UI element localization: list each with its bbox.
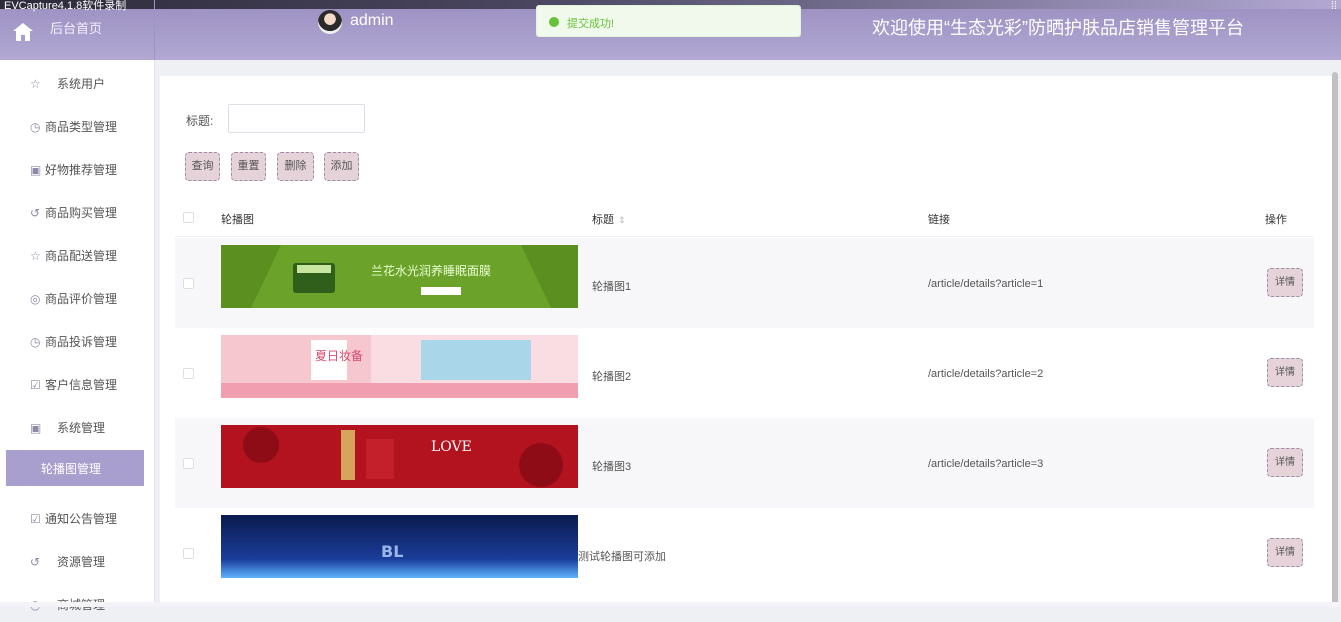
sidebar-item-label: 商品投诉管理 xyxy=(45,335,118,349)
gift-icon: ▣ xyxy=(30,421,42,435)
column-banner: 轮播图 xyxy=(221,214,254,226)
refresh-icon: ↺ xyxy=(30,555,41,569)
grid-icon[interactable]: ⁞⁞ xyxy=(1331,0,1337,12)
sidebar-item-label: 商品购买管理 xyxy=(45,206,118,220)
table-row: 夏日妆备 轮播图2 /article/details?article=2 详情 xyxy=(175,328,1314,418)
banner-image: 兰花水光润养睡眠面膜 xyxy=(221,245,578,308)
row-title: 轮播图1 xyxy=(592,281,632,293)
detail-button[interactable]: 详情 xyxy=(1267,268,1303,297)
sidebar-item-label: 系统用户 xyxy=(57,77,106,91)
table-row: LOVE 轮播图3 /article/details?article=3 详情 xyxy=(175,418,1314,508)
banner-text: LOVE xyxy=(431,439,472,455)
sidebar-item-label: 通知公告管理 xyxy=(45,512,118,526)
row-link[interactable]: /article/details?article=3 xyxy=(928,458,1043,470)
avatar[interactable] xyxy=(318,10,342,34)
sidebar-item-purchases[interactable]: ↺ 商品购买管理 xyxy=(0,194,155,230)
column-action: 操作 xyxy=(1265,214,1287,226)
banner-image: LOVE xyxy=(221,425,578,488)
row-title: 轮播图2 xyxy=(592,371,632,383)
sidebar-item-label: 客户信息管理 xyxy=(45,378,118,392)
detail-button[interactable]: 详情 xyxy=(1267,448,1303,477)
detail-button[interactable]: 详情 xyxy=(1267,538,1303,567)
table-row: BL 测试轮播图可添加 详情 xyxy=(175,508,1314,598)
gift-icon: ▣ xyxy=(30,163,42,177)
page-scrollbar[interactable] xyxy=(1332,72,1338,607)
delete-button[interactable]: 删除 xyxy=(277,152,314,181)
table-header: 轮播图 标题 ⇕ 链接 操作 xyxy=(175,196,1314,237)
table-row: 兰花水光润养睡眠面膜 轮播图1 /article/details?article… xyxy=(175,238,1314,328)
sidebar-item-product-types[interactable]: ◷ 商品类型管理 xyxy=(0,108,155,144)
sidebar-item-resources[interactable]: ↺ 资源管理 xyxy=(0,543,155,579)
select-all-checkbox[interactable] xyxy=(183,212,194,223)
star-icon: ☆ xyxy=(30,77,41,91)
banner-image: 夏日妆备 xyxy=(221,335,578,398)
sidebar-item-notices[interactable]: ☑ 通知公告管理 xyxy=(0,500,155,536)
home-icon xyxy=(13,23,33,41)
sidebar-item-complaints[interactable]: ◷ 商品投诉管理 xyxy=(0,323,155,359)
calendar-icon: ☑ xyxy=(30,378,41,392)
sort-icon[interactable]: ⇕ xyxy=(618,215,626,225)
row-checkbox[interactable] xyxy=(183,368,194,379)
toast-message: 提交成功! xyxy=(567,18,615,30)
clock-icon: ◷ xyxy=(30,120,41,134)
sidebar-item-recommendations[interactable]: ▣ 好物推荐管理 xyxy=(0,151,155,187)
refresh-icon: ↺ xyxy=(30,206,41,220)
reset-button[interactable]: 重置 xyxy=(231,152,266,181)
sidebar-item-label: 轮播图管理 xyxy=(41,462,102,476)
compass-icon: ◎ xyxy=(30,292,41,306)
sidebar-item-system-users[interactable]: ☆ 系统用户 xyxy=(0,65,155,101)
column-link: 链接 xyxy=(928,214,950,226)
sidebar-item-reviews[interactable]: ◎ 商品评价管理 xyxy=(0,280,155,316)
detail-button[interactable]: 详情 xyxy=(1267,358,1303,387)
sidebar-item-label: 资源管理 xyxy=(57,555,106,569)
site-title: 欢迎使用“生态光彩”防晒护肤品店销售管理平台 xyxy=(872,18,1244,38)
row-link[interactable]: /article/details?article=2 xyxy=(928,368,1043,380)
carousel-table: 轮播图 标题 ⇕ 链接 操作 兰花水光润养睡眠面膜 轮播图1 /article/d… xyxy=(175,196,1314,600)
banner-text: 兰花水光润养睡眠面膜 xyxy=(371,263,491,278)
sidebar-item-system[interactable]: ▣ 系统管理 xyxy=(0,409,155,445)
sidebar: ☆ 系统用户 ◷ 商品类型管理 ▣ 好物推荐管理 ↺ 商品购买管理 ☆ 商品配送… xyxy=(0,60,155,612)
column-title-label: 标题 xyxy=(592,214,614,226)
banner-text: 夏日妆备 xyxy=(315,349,363,363)
star-icon: ☆ xyxy=(30,249,41,263)
home-label: 后台首页 xyxy=(50,21,103,36)
row-checkbox[interactable] xyxy=(183,548,194,559)
row-checkbox[interactable] xyxy=(183,278,194,289)
row-checkbox[interactable] xyxy=(183,458,194,469)
success-toast: 提交成功! xyxy=(536,5,801,37)
home-link[interactable]: 后台首页 xyxy=(0,0,155,60)
top-header: EVCapture4.1.8软件录制 ⁞⁞ 后台首页 admin 提交成功! 欢… xyxy=(0,0,1341,60)
sidebar-item-label: 商品评价管理 xyxy=(45,292,118,306)
sidebar-item-label: 商品类型管理 xyxy=(45,120,118,134)
sidebar-item-label: 系统管理 xyxy=(57,421,106,435)
banner-image: BL xyxy=(221,515,578,578)
bottom-edge xyxy=(0,602,1341,607)
sidebar-item-label: 好物推荐管理 xyxy=(45,163,118,177)
sidebar-item-customers[interactable]: ☑ 客户信息管理 xyxy=(0,366,155,402)
sidebar-item-label: 商品配送管理 xyxy=(45,249,118,263)
clock-icon: ◷ xyxy=(30,335,41,349)
banner-text: BL xyxy=(381,542,403,561)
sidebar-item-carousel[interactable]: 轮播图管理 xyxy=(6,450,144,486)
add-button[interactable]: 添加 xyxy=(324,152,359,181)
row-title: 轮播图3 xyxy=(592,461,632,473)
search-label: 标题: xyxy=(186,114,214,128)
username[interactable]: admin xyxy=(350,12,394,30)
row-title: 测试轮播图可添加 xyxy=(578,551,666,563)
column-title[interactable]: 标题 ⇕ xyxy=(592,211,626,227)
check-icon xyxy=(549,17,559,27)
calendar-icon: ☑ xyxy=(30,512,41,526)
query-button[interactable]: 查询 xyxy=(185,152,220,181)
title-search-input[interactable] xyxy=(228,104,365,133)
row-link[interactable]: /article/details?article=1 xyxy=(928,278,1043,290)
sidebar-item-delivery[interactable]: ☆ 商品配送管理 xyxy=(0,237,155,273)
